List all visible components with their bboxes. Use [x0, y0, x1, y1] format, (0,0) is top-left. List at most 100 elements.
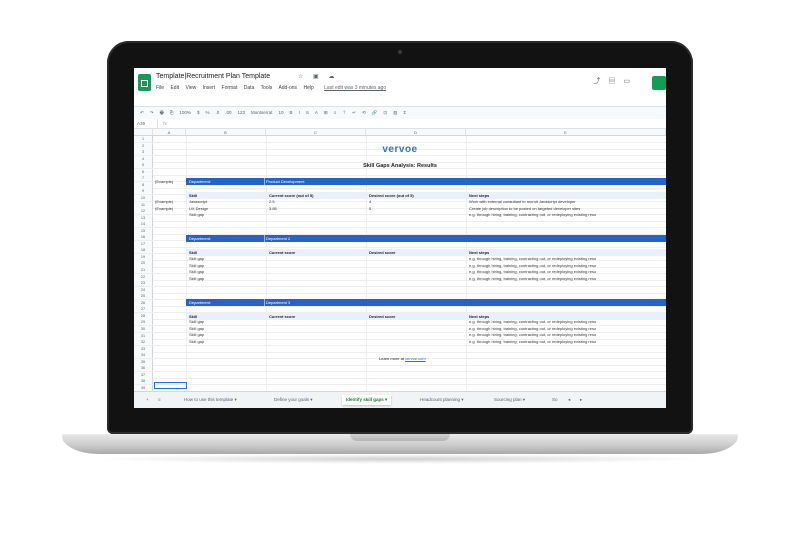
- row-number[interactable]: 24: [134, 286, 153, 293]
- activity-icon[interactable]: ⤴: [593, 78, 608, 85]
- row-number[interactable]: 21: [134, 267, 153, 274]
- document-title[interactable]: Template|Recruitment Plan Template: [156, 73, 270, 80]
- row-number[interactable]: 11: [134, 201, 153, 208]
- row-number[interactable]: 31: [134, 332, 153, 339]
- tab-identify-skill-gaps[interactable]: Identify skill gaps ▾: [342, 395, 392, 405]
- comments-icon[interactable]: ▤: [608, 78, 623, 85]
- row-number[interactable]: 35: [134, 358, 153, 365]
- sheets-logo-icon[interactable]: [138, 74, 151, 91]
- tab-truncated[interactable]: So: [548, 395, 562, 405]
- menu-addons[interactable]: Add-ons: [278, 85, 297, 91]
- row-number[interactable]: 29: [134, 319, 153, 326]
- row-number[interactable]: 25: [134, 293, 153, 300]
- row-number[interactable]: 33: [134, 345, 153, 352]
- toolbar-item[interactable]: ⟲: [362, 110, 366, 115]
- toolbar-item[interactable]: I: [299, 110, 300, 115]
- row-number[interactable]: 15: [134, 227, 153, 234]
- share-button[interactable]: [652, 76, 666, 90]
- selected-cell[interactable]: [154, 382, 187, 389]
- row-number[interactable]: 4: [134, 155, 153, 162]
- toolbar-item[interactable]: 🖶: [160, 110, 164, 115]
- all-sheets-icon[interactable]: ≡: [154, 395, 165, 405]
- menu-view[interactable]: View: [185, 85, 196, 91]
- toolbar-item[interactable]: .00: [225, 110, 231, 115]
- row-number[interactable]: 19: [134, 253, 153, 260]
- toolbar-item[interactable]: Σ: [403, 110, 406, 115]
- last-edit-link[interactable]: Last edit was 3 minutes ago: [324, 85, 386, 91]
- cell-skill[interactable]: Skill gap: [189, 339, 204, 346]
- toolbar-item[interactable]: ↷: [150, 110, 154, 115]
- column-header-c[interactable]: C: [266, 129, 366, 136]
- department-value[interactable]: Department 3: [266, 299, 290, 306]
- row-number[interactable]: 23: [134, 280, 153, 287]
- row-number[interactable]: 10: [134, 194, 153, 202]
- toolbar-item[interactable]: ⎘: [170, 110, 174, 115]
- row-number[interactable]: 20: [134, 260, 153, 267]
- tab-sourcing-plan[interactable]: Sourcing plan ▾: [490, 395, 529, 405]
- menu-tools[interactable]: Tools: [261, 85, 273, 91]
- row-number[interactable]: 27: [134, 306, 153, 313]
- menu-file[interactable]: File: [156, 85, 164, 91]
- menu-help[interactable]: Help: [303, 85, 313, 91]
- row-number[interactable]: 26: [134, 299, 153, 306]
- toolbar-item[interactable]: ≡: [334, 110, 337, 115]
- toolbar-item[interactable]: ▥: [393, 110, 397, 115]
- menu-insert[interactable]: Insert: [203, 85, 216, 91]
- toolbar-item[interactable]: ⊞: [324, 110, 328, 115]
- department-value[interactable]: Product Development: [266, 178, 304, 185]
- row-number[interactable]: 8: [134, 181, 153, 188]
- row-number[interactable]: 16: [134, 234, 153, 241]
- row-number[interactable]: 7: [134, 175, 153, 182]
- toolbar-item[interactable]: A: [315, 110, 318, 115]
- title-icons[interactable]: ☆ ▣ ☁: [298, 73, 338, 80]
- scroll-tabs-left-icon[interactable]: ◂: [564, 395, 574, 405]
- row-number[interactable]: 14: [134, 221, 153, 228]
- present-icon[interactable]: ▭: [623, 78, 638, 85]
- row-number[interactable]: 37: [134, 371, 153, 378]
- menu-edit[interactable]: Edit: [170, 85, 179, 91]
- row-number[interactable]: 13: [134, 214, 153, 221]
- toolbar-item[interactable]: ⊡: [383, 110, 387, 115]
- toolbar-item[interactable]: Montserrat: [251, 110, 273, 115]
- toolbar-item[interactable]: .0: [215, 110, 219, 115]
- row-number[interactable]: 30: [134, 325, 153, 333]
- row-number[interactable]: 34: [134, 352, 153, 359]
- toolbar-item[interactable]: ↵: [352, 110, 356, 115]
- toolbar-item[interactable]: 100%: [179, 110, 191, 115]
- row-number[interactable]: 1: [134, 136, 153, 143]
- cell-current[interactable]: 3.85: [269, 206, 277, 213]
- menu-format[interactable]: Format: [222, 85, 238, 91]
- toolbar-item[interactable]: %: [205, 110, 209, 115]
- row-number[interactable]: 18: [134, 247, 153, 254]
- toolbar-item[interactable]: 123: [238, 110, 246, 115]
- column-header-a[interactable]: A: [153, 129, 186, 136]
- row-number[interactable]: 38: [134, 378, 153, 385]
- cell-skill[interactable]: Skill gap: [189, 276, 204, 283]
- tab-how-to-use[interactable]: How to use this template ▾: [180, 395, 241, 405]
- row-number[interactable]: 12: [134, 208, 153, 215]
- toolbar-item[interactable]: ↶: [140, 110, 144, 115]
- row-number[interactable]: 6: [134, 168, 153, 175]
- cell-tag[interactable]: (Example): [155, 206, 173, 213]
- scroll-tabs-right-icon[interactable]: ▸: [576, 395, 586, 405]
- toolbar-item[interactable]: 10: [279, 110, 284, 115]
- spreadsheet-grid[interactable]: A B C D E 1 2 3 4 5 6 7 8 9 10 11 12 13 14 15 16 17 18 19 2…: [134, 129, 666, 391]
- tab-define-goals[interactable]: Define your goals ▾: [270, 395, 317, 405]
- select-all-corner[interactable]: [134, 129, 153, 136]
- toolbar-item[interactable]: S: [306, 110, 309, 115]
- toolbar-item[interactable]: $: [197, 110, 200, 115]
- row-number[interactable]: 22: [134, 273, 153, 280]
- tab-headcount-planning[interactable]: Headcount planning ▾: [416, 395, 468, 405]
- cell-next-steps[interactable]: e.g. through hiring, training, contracti…: [469, 276, 596, 283]
- menu-data[interactable]: Data: [244, 85, 255, 91]
- cell-desired[interactable]: 5: [369, 206, 371, 213]
- column-header-e[interactable]: E: [466, 129, 666, 136]
- cell-next-steps[interactable]: e.g. through hiring, training, contracti…: [469, 212, 596, 219]
- toolbar-item[interactable]: ⊤: [342, 110, 346, 115]
- toolbar-item[interactable]: B: [290, 110, 293, 115]
- toolbar-item[interactable]: 🔗: [372, 110, 378, 115]
- add-sheet-icon[interactable]: +: [142, 395, 153, 405]
- row-number[interactable]: 9: [134, 188, 153, 195]
- row-number[interactable]: 32: [134, 339, 153, 346]
- name-box[interactable]: A39: [134, 119, 158, 128]
